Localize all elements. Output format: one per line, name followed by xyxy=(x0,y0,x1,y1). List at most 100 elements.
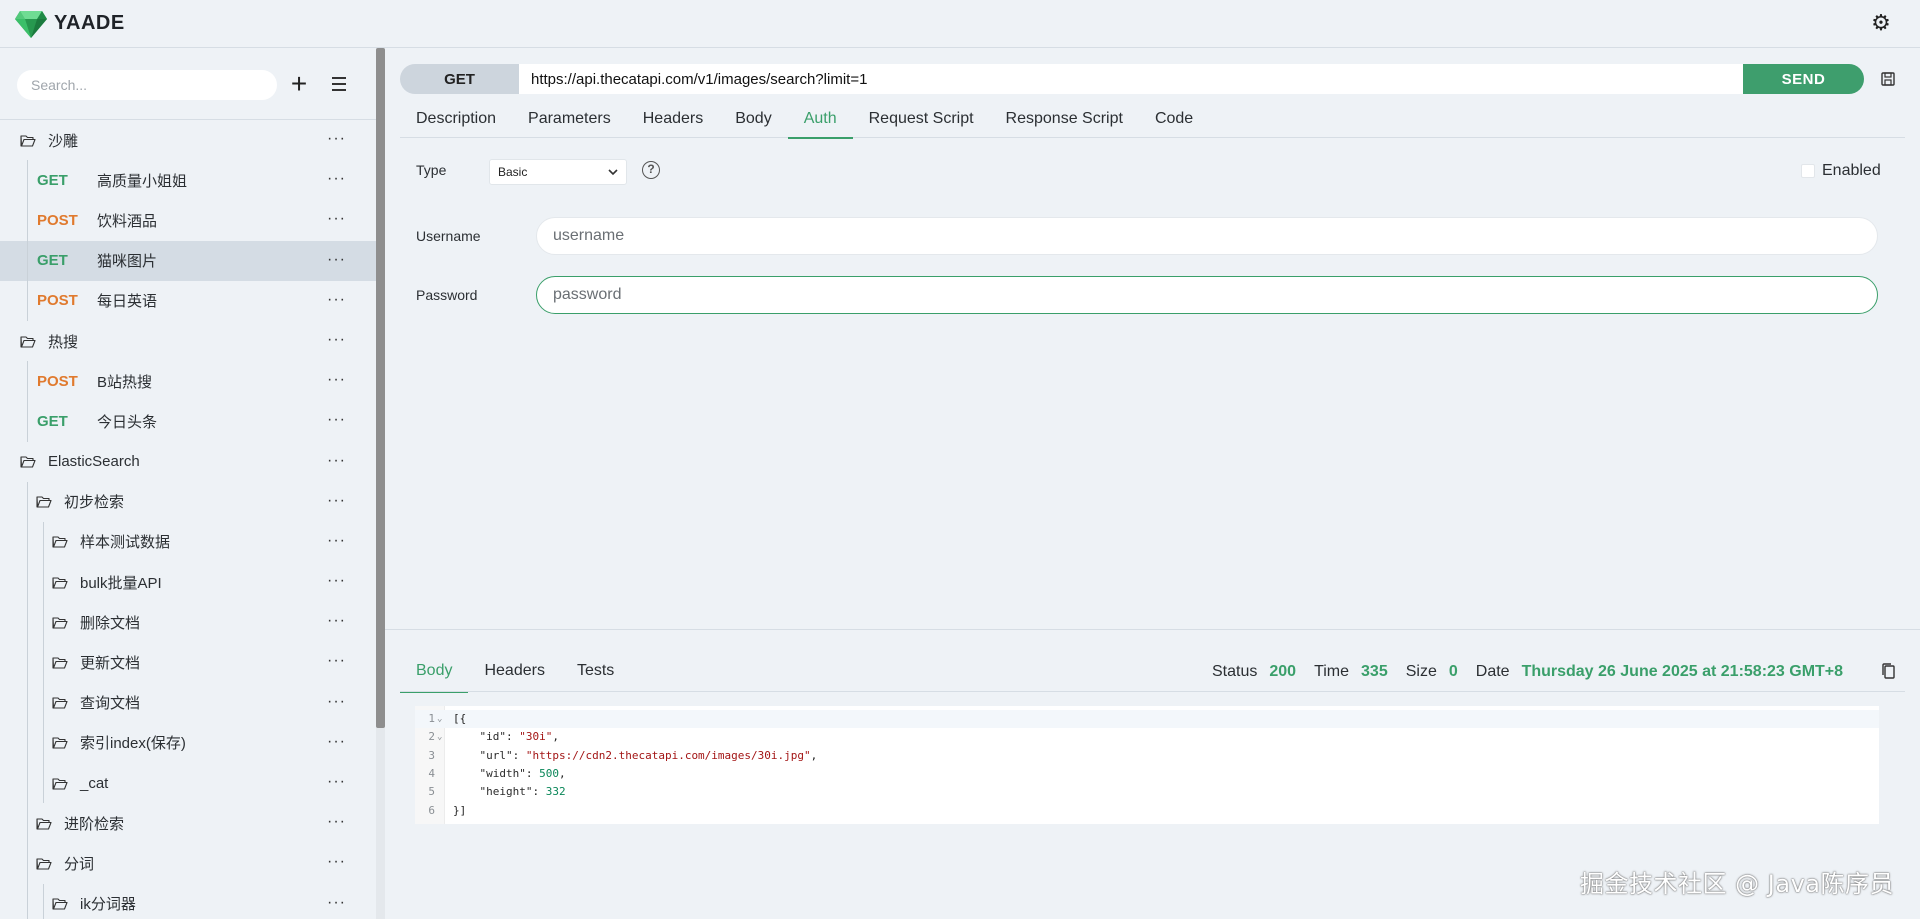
sidebar-folder[interactable]: 更新文档 ··· xyxy=(0,642,376,683)
tab-auth[interactable]: Auth xyxy=(787,100,853,139)
more-options-icon[interactable]: ··· xyxy=(327,532,346,550)
more-options-icon[interactable]: ··· xyxy=(327,813,346,831)
save-icon[interactable] xyxy=(1880,71,1896,87)
tab-request-script[interactable]: Request Script xyxy=(853,100,990,138)
send-button[interactable]: SEND xyxy=(1743,64,1864,94)
more-options-icon[interactable]: ··· xyxy=(327,612,346,630)
tab-code[interactable]: Code xyxy=(1139,100,1209,138)
sidebar-folder[interactable]: 分词 ··· xyxy=(0,843,376,884)
more-options-icon[interactable]: ··· xyxy=(327,452,346,470)
more-options-icon[interactable]: ··· xyxy=(327,210,346,228)
tree-guide-line xyxy=(27,803,28,844)
response-tab-headers[interactable]: Headers xyxy=(468,650,560,692)
more-options-icon[interactable]: ··· xyxy=(327,170,346,188)
plus-icon[interactable]: + xyxy=(286,70,312,100)
app-title: YAADE xyxy=(54,12,125,34)
folder-open-icon xyxy=(36,857,52,870)
tree-guide-line xyxy=(27,642,28,683)
hamburger-icon[interactable] xyxy=(328,73,350,97)
response-body-editor[interactable]: 1 ⌄[{2 ⌄ "id": "30i", 3 "url": "https://cdn… xyxy=(415,706,1879,824)
more-options-icon[interactable]: ··· xyxy=(327,853,346,871)
more-options-icon[interactable]: ··· xyxy=(327,251,346,269)
code-line: 2 ⌄ "id": "30i", xyxy=(415,728,1879,746)
code-text: "height": 332 xyxy=(479,785,566,799)
response-tabs: Body Headers Tests xyxy=(400,650,630,693)
password-field[interactable] xyxy=(536,276,1878,314)
more-options-icon[interactable]: ··· xyxy=(327,652,346,670)
sidebar-item-label: _cat xyxy=(80,774,109,792)
tab-headers[interactable]: Headers xyxy=(627,100,719,138)
sidebar-folder[interactable]: ik分词器 ··· xyxy=(0,883,376,919)
tree-guide-line xyxy=(27,280,28,321)
sidebar-folder[interactable]: ElasticSearch ··· xyxy=(0,442,376,482)
collection-tree: 沙雕 ··· GET 高质量小姐姐 ··· POST 饮料酒品 ··· GET 猫咪图片 ··· PO… xyxy=(0,120,376,919)
sidebar-search-row: + xyxy=(0,48,376,120)
tab-parameters[interactable]: Parameters xyxy=(512,100,627,138)
fold-toggle-icon[interactable]: ⌄ xyxy=(437,728,442,746)
sidebar-folder[interactable]: bulk批量API ··· xyxy=(0,562,376,603)
sidebar-folder[interactable]: 索引index(保存) ··· xyxy=(0,722,376,763)
response-meta: Status 200 Time 335 Size 0 Date Thursday… xyxy=(1212,660,1861,684)
username-field[interactable] xyxy=(536,217,1878,255)
tree-guide-line xyxy=(43,521,44,563)
response-tab-tests[interactable]: Tests xyxy=(561,650,630,692)
sidebar-request[interactable]: POST 饮料酒品 ··· xyxy=(0,200,376,241)
more-options-icon[interactable]: ··· xyxy=(327,894,346,912)
sidebar-folder[interactable]: 沙雕 ··· xyxy=(0,120,376,160)
sidebar-folder[interactable]: 删除文档 ··· xyxy=(0,602,376,643)
sidebar-request[interactable]: GET 今日头条 ··· xyxy=(0,401,376,442)
method-select[interactable]: GET xyxy=(400,64,519,94)
enabled-checkbox[interactable] xyxy=(1801,164,1815,178)
sidebar-item-label: 删除文档 xyxy=(80,614,141,632)
sidebar-request[interactable]: POST 每日英语 ··· xyxy=(0,280,376,321)
emerald-gem-icon xyxy=(15,10,47,38)
sidebar-item-label: 进阶检索 xyxy=(64,815,125,833)
more-options-icon[interactable]: ··· xyxy=(327,492,346,510)
folder-open-icon xyxy=(52,535,68,549)
request-method-badge: GET xyxy=(37,412,68,430)
sidebar-folder[interactable]: 热搜 ··· xyxy=(0,321,376,361)
more-options-icon[interactable]: ··· xyxy=(327,773,346,791)
tree-guide-line xyxy=(27,843,28,884)
more-options-icon[interactable]: ··· xyxy=(327,331,346,349)
more-options-icon[interactable]: ··· xyxy=(327,371,346,389)
sidebar-folder[interactable]: _cat ··· xyxy=(0,763,376,804)
sidebar-request[interactable]: POST B站热搜 ··· xyxy=(0,361,376,402)
tree-guide-line xyxy=(43,763,44,804)
more-options-icon[interactable]: ··· xyxy=(327,291,346,309)
tree-guide-line xyxy=(43,642,44,683)
sidebar-folder[interactable]: 初步检索 ··· xyxy=(0,481,376,522)
url-input[interactable] xyxy=(519,64,1743,94)
tab-response-script[interactable]: Response Script xyxy=(990,100,1139,138)
tab-body[interactable]: Body xyxy=(719,100,787,138)
response-tabs-underline xyxy=(400,691,1905,692)
auth-type-select[interactable]: Basic xyxy=(489,159,627,185)
line-number: 4 xyxy=(428,766,435,780)
size-label: Size xyxy=(1405,663,1437,680)
more-options-icon[interactable]: ··· xyxy=(327,130,346,148)
question-circle-icon[interactable]: ? xyxy=(642,161,660,179)
tab-description[interactable]: Description xyxy=(400,100,512,138)
sidebar-scrollbar-thumb[interactable] xyxy=(376,48,385,728)
sidebar-request[interactable]: GET 猫咪图片 ··· xyxy=(0,240,376,281)
sidebar-item-label: 今日头条 xyxy=(97,413,158,431)
folder-open-icon xyxy=(52,656,68,669)
request-method-badge: POST xyxy=(37,211,78,229)
sidebar-folder[interactable]: 样本测试数据 ··· xyxy=(0,521,376,563)
sidebar-request[interactable]: GET 高质量小姐姐 ··· xyxy=(0,160,376,201)
sidebar-folder[interactable]: 进阶检索 ··· xyxy=(0,803,376,844)
sidebar-folder[interactable]: 查询文档 ··· xyxy=(0,682,376,723)
gear-icon[interactable]: ⚙ xyxy=(1870,12,1892,34)
fold-toggle-icon[interactable]: ⌄ xyxy=(437,710,442,728)
response-tab-body[interactable]: Body xyxy=(400,650,469,693)
auth-type-label: Type xyxy=(416,162,447,178)
sidebar-item-label: 索引index(保存) xyxy=(80,735,186,753)
panel-divider[interactable] xyxy=(385,629,1920,630)
copy-icon[interactable] xyxy=(1880,662,1896,680)
search-input[interactable] xyxy=(17,70,277,100)
more-options-icon[interactable]: ··· xyxy=(327,733,346,751)
more-options-icon[interactable]: ··· xyxy=(327,411,346,429)
folder-open-icon xyxy=(52,777,68,790)
more-options-icon[interactable]: ··· xyxy=(327,572,346,590)
more-options-icon[interactable]: ··· xyxy=(327,693,346,711)
